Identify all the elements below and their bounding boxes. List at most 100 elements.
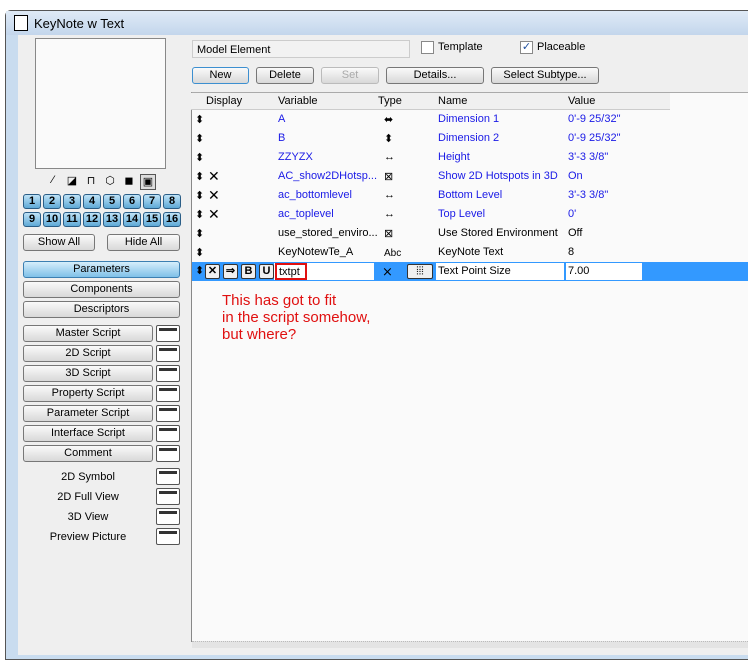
details-button[interactable]: Details... [386, 67, 484, 84]
table-row[interactable]: ⬍ ✕ ac_bottomlevel ↔ Bottom Level 3'-3 3/8" [192, 186, 748, 205]
section-components[interactable]: Components [23, 281, 180, 298]
open-window-icon[interactable] [156, 365, 180, 382]
layer-button-14[interactable]: 14 [123, 212, 141, 227]
open-window-icon[interactable] [156, 425, 180, 442]
open-window-icon[interactable] [156, 325, 180, 342]
column-display[interactable]: Display [206, 95, 242, 107]
layer-button-15[interactable]: 15 [143, 212, 161, 227]
drag-handle-icon[interactable]: ⬍ [195, 151, 204, 164]
layer-button-13[interactable]: 13 [103, 212, 121, 227]
column-name[interactable]: Name [438, 95, 467, 107]
layer-button-6[interactable]: 6 [123, 194, 141, 209]
open-window-icon[interactable] [156, 488, 180, 505]
drag-handle-icon[interactable]: ⬍ [195, 246, 204, 259]
value-cell[interactable]: 0' [568, 208, 576, 220]
layer-button-10[interactable]: 10 [43, 212, 61, 227]
horizontal-scrollbar[interactable] [192, 641, 748, 648]
open-window-icon[interactable] [156, 385, 180, 402]
type-icon: Abc [384, 248, 402, 259]
type-angle-icon[interactable]: ⨯ [382, 264, 393, 280]
2d-symbol-icon[interactable]: ⁄ [45, 174, 61, 190]
value-cell[interactable]: 8 [568, 246, 574, 258]
drag-handle-icon[interactable]: ⬍ [195, 227, 204, 240]
value-cell[interactable]: 0'-9 25/32" [568, 132, 621, 144]
2d-full-icon[interactable]: ◪ [64, 174, 80, 190]
table-row[interactable]: ⬍ KeyNotewTe_A Abc KeyNote Text 8 [192, 243, 748, 262]
set-button[interactable]: Set [321, 67, 379, 84]
drag-handle-icon[interactable]: ⬍ [195, 208, 204, 221]
name-cell: Height [438, 151, 470, 163]
layer-button-11[interactable]: 11 [63, 212, 81, 227]
layer-button-9[interactable]: 9 [23, 212, 41, 227]
column-type[interactable]: Type [378, 95, 402, 107]
column-variable[interactable]: Variable [278, 95, 318, 107]
column-value[interactable]: Value [568, 95, 595, 107]
value-cell[interactable]: Off [568, 227, 582, 239]
3d-wire-icon[interactable]: ⬡ [102, 174, 118, 190]
layer-button-12[interactable]: 12 [83, 212, 101, 227]
table-row[interactable]: ⬍ use_stored_enviro... ⊠ Use Stored Environ… [192, 224, 748, 243]
drag-handle-icon[interactable]: ⬍ [195, 113, 204, 126]
section-descriptors[interactable]: Descriptors [23, 301, 180, 318]
table-row[interactable]: ⬍ A ⬌ Dimension 1 0'-9 25/32" [192, 110, 748, 129]
open-window-icon[interactable] [156, 345, 180, 362]
indent-toggle-icon[interactable]: ⇒ [223, 264, 238, 279]
table-row[interactable]: ⬍ B ⬍ Dimension 2 0'-9 25/32" [192, 129, 748, 148]
property-script-button[interactable]: Property Script [23, 385, 153, 402]
drag-handle-icon[interactable]: ⬍ [195, 189, 204, 202]
value-cell[interactable]: 3'-3 3/8" [568, 189, 608, 201]
3d-solid-icon[interactable]: ◼ [121, 174, 137, 190]
hide-toggle-icon[interactable]: ✕ [205, 264, 220, 279]
comment-button[interactable]: Comment [23, 445, 153, 462]
subtype-field[interactable]: Model Element [192, 40, 410, 58]
parameter-script-button[interactable]: Parameter Script [23, 405, 153, 422]
hide-all-button[interactable]: Hide All [107, 234, 180, 251]
name-cell: Dimension 2 [438, 132, 500, 144]
hidden-x-icon[interactable]: ✕ [208, 187, 220, 204]
layer-button-3[interactable]: 3 [63, 194, 81, 209]
select-subtype-button[interactable]: Select Subtype... [491, 67, 599, 84]
bold-toggle[interactable]: B [241, 264, 256, 279]
hidden-x-icon[interactable]: ✕ [208, 168, 220, 185]
open-window-icon[interactable] [156, 528, 180, 545]
show-all-button[interactable]: Show All [23, 234, 95, 251]
layer-button-4[interactable]: 4 [83, 194, 101, 209]
value-cell[interactable]: 0'-9 25/32" [568, 113, 621, 125]
table-row[interactable]: ⬍ ✕ AC_show2DHotsp... ⊠ Show 2D Hotspots in … [192, 167, 748, 186]
layer-button-8[interactable]: 8 [163, 194, 181, 209]
hidden-x-icon[interactable]: ✕ [208, 206, 220, 223]
open-window-icon[interactable] [156, 445, 180, 462]
interface-script-button[interactable]: Interface Script [23, 425, 153, 442]
open-window-icon[interactable] [156, 468, 180, 485]
variable-input[interactable]: txtpt [275, 263, 307, 280]
section-parameters[interactable]: Parameters [23, 261, 180, 278]
drag-handle-icon[interactable]: ⬍ [195, 264, 204, 277]
name-input[interactable]: Text Point Size [436, 263, 564, 280]
drag-handle-icon[interactable]: ⬍ [195, 132, 204, 145]
floor-plan-icon[interactable]: ⊓ [83, 174, 99, 190]
placeable-checkbox[interactable]: ✓ [520, 41, 533, 54]
value-cell[interactable]: On [568, 170, 583, 182]
new-button[interactable]: New [192, 67, 249, 84]
2d-script-button[interactable]: 2D Script [23, 345, 153, 362]
template-checkbox[interactable] [421, 41, 434, 54]
layer-button-5[interactable]: 5 [103, 194, 121, 209]
open-window-icon[interactable] [156, 508, 180, 525]
layer-button-7[interactable]: 7 [143, 194, 161, 209]
underline-toggle[interactable]: U [259, 264, 274, 279]
master-script-button[interactable]: Master Script [23, 325, 153, 342]
value-input[interactable]: 7.00 [566, 263, 642, 280]
table-row[interactable]: ⬍ ✕ ac_toplevel ↔ Top Level 0' [192, 205, 748, 224]
layer-button-2[interactable]: 2 [43, 194, 61, 209]
delete-button[interactable]: Delete [256, 67, 314, 84]
layer-button-1[interactable]: 1 [23, 194, 41, 209]
layer-button-16[interactable]: 16 [163, 212, 181, 227]
drag-handle-icon[interactable]: ⬍ [195, 170, 204, 183]
preview-icon[interactable]: ▣ [140, 174, 156, 190]
value-cell[interactable]: 3'-3 3/8" [568, 151, 608, 163]
selected-row[interactable]: ⬍ ✕ ⇒ B U txtpt ⨯ ⦙⦙⦙ Text Point Size 7.… [192, 262, 748, 281]
open-window-icon[interactable] [156, 405, 180, 422]
3d-script-button[interactable]: 3D Script [23, 365, 153, 382]
array-button-icon[interactable]: ⦙⦙⦙ [407, 264, 433, 279]
table-row[interactable]: ⬍ ZZYZX ↔ Height 3'-3 3/8" [192, 148, 748, 167]
